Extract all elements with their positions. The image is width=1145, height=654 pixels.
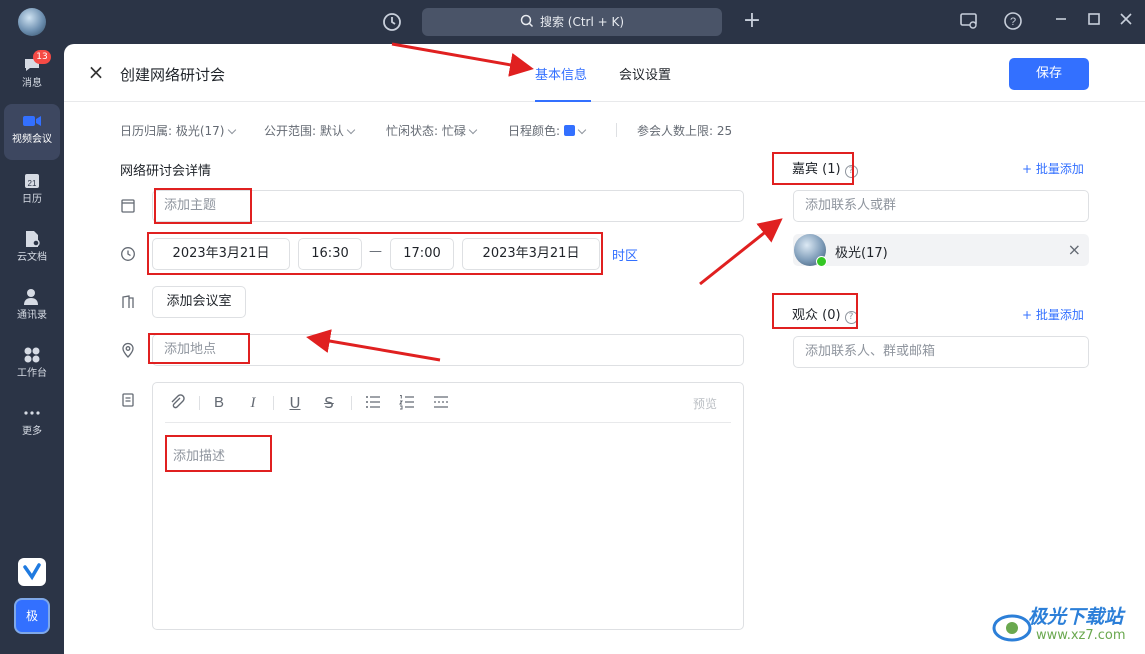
calendar-owner-dropdown[interactable]: 日历归属: 极光(17)	[120, 122, 236, 139]
participant-limit: 参会人数上限: 25	[637, 124, 733, 138]
sidebar-item-label: 通讯录	[17, 310, 47, 321]
italic-icon[interactable]: I	[243, 393, 263, 413]
visibility-label: 公开范围: 默认	[264, 124, 344, 138]
toolbar-divider	[273, 396, 274, 410]
verified-check-icon	[816, 256, 827, 267]
app-shortcut-icon[interactable]	[18, 558, 46, 586]
remove-guest-icon[interactable]: ×	[1068, 240, 1081, 259]
bullet-list-icon[interactable]	[363, 393, 383, 413]
page-title: 创建网络研讨会	[120, 66, 226, 84]
audience-search-input[interactable]: 添加联系人、群或邮箱	[793, 336, 1089, 368]
sidebar-item-more[interactable]: 更多	[0, 396, 64, 452]
divider	[616, 123, 617, 137]
busy-status-dropdown[interactable]: 忙闲状态: 忙碌	[386, 122, 478, 139]
event-color-label: 日程颜色:	[508, 124, 561, 138]
annotation-box	[772, 293, 858, 329]
tab-basic-info[interactable]: 基本信息	[535, 64, 587, 83]
subject-icon	[120, 198, 136, 214]
description-icon	[120, 392, 136, 408]
title-bar: 搜索 (Ctrl + K) + ?	[0, 0, 1145, 44]
clock-icon	[120, 246, 136, 262]
search-icon	[520, 14, 533, 28]
profile-avatar[interactable]	[18, 8, 46, 36]
location-pin-icon	[120, 342, 136, 358]
timezone-link[interactable]: 时区	[612, 245, 638, 264]
contacts-icon	[21, 286, 43, 308]
new-plus-icon[interactable]: +	[740, 10, 764, 34]
more-dots-icon	[21, 402, 43, 424]
strikethrough-icon[interactable]: S	[319, 393, 339, 413]
annotation-box	[165, 435, 272, 472]
sidebar-item-messages[interactable]: 消息	[0, 48, 64, 104]
sidebar-item-contacts[interactable]: 通讯录	[0, 280, 64, 336]
sidebar: 消息 13 视频会议 21 日历 云文档 通讯录 工作台 更多 极	[0, 0, 64, 654]
description-editor[interactable]: B I U S 预览 添加描述	[152, 382, 744, 630]
annotation-box	[147, 232, 603, 275]
sidebar-item-video-meeting[interactable]: 视频会议	[4, 104, 60, 160]
add-meeting-room-button[interactable]: 添加会议室	[152, 286, 246, 318]
guest-name: 极光(17)	[835, 246, 888, 261]
visibility-dropdown[interactable]: 公开范围: 默认	[264, 122, 356, 139]
minimize-icon[interactable]	[1050, 11, 1072, 33]
toolbar-divider	[351, 396, 352, 410]
underline-icon[interactable]: U	[285, 393, 305, 413]
sidebar-item-label: 消息	[22, 78, 42, 89]
calendar-owner-label: 日历归属: 极光(17)	[120, 124, 225, 138]
close-icon[interactable]: ×	[86, 62, 106, 82]
attachment-icon[interactable]	[167, 393, 187, 413]
sidebar-item-label: 云文档	[17, 252, 47, 263]
bold-icon[interactable]: B	[209, 393, 229, 413]
save-button[interactable]: 保存	[1009, 58, 1089, 90]
annotation-box	[772, 152, 854, 185]
meeting-room-icon	[120, 294, 136, 310]
svg-text:21: 21	[28, 179, 37, 188]
sidebar-item-workspace[interactable]: 工作台	[0, 338, 64, 394]
help-icon[interactable]: ?	[1002, 11, 1024, 33]
video-camera-icon	[21, 110, 43, 132]
panel-header: × 创建网络研讨会 基本信息 会议设置 保存	[64, 44, 1145, 102]
toolbar-divider	[199, 396, 200, 410]
event-color-dropdown[interactable]: 日程颜色:	[508, 122, 587, 139]
calendar-icon: 21	[21, 170, 43, 192]
annotation-box	[148, 333, 250, 364]
audience-bulk-add-link[interactable]: + 批量添加	[1022, 306, 1084, 323]
watermark: 极光下载站 www.xz7.com	[990, 600, 1140, 650]
busy-status-label: 忙闲状态: 忙碌	[386, 124, 466, 138]
cloud-doc-icon	[21, 228, 43, 250]
watermark-title: 极光下载站	[1028, 606, 1124, 628]
maximize-icon[interactable]	[1083, 11, 1105, 33]
section-title: 网络研讨会详情	[120, 164, 212, 179]
sidebar-item-label: 更多	[22, 426, 42, 437]
close-window-icon[interactable]	[1115, 11, 1137, 33]
active-tab-indicator	[535, 100, 591, 102]
preview-toggle[interactable]: 预览	[693, 395, 717, 412]
annotation-box	[154, 188, 252, 224]
editor-toolbar: B I U S 预览	[165, 383, 731, 423]
chevron-down-icon	[577, 125, 587, 135]
color-swatch	[563, 125, 575, 136]
chevron-down-icon	[227, 125, 236, 135]
workspace-icon	[21, 344, 43, 366]
notification-settings-icon[interactable]	[958, 11, 980, 33]
watermark-url: www.xz7.com	[1036, 628, 1126, 643]
history-icon[interactable]	[380, 10, 404, 34]
sidebar-item-label: 工作台	[17, 368, 47, 379]
guests-bulk-add-link[interactable]: + 批量添加	[1022, 160, 1084, 177]
search-bar[interactable]: 搜索 (Ctrl + K)	[422, 8, 722, 36]
tab-meeting-settings[interactable]: 会议设置	[619, 64, 671, 83]
svg-text:?: ?	[1010, 16, 1016, 28]
divider-line-icon[interactable]	[431, 393, 451, 413]
chevron-down-icon	[346, 125, 356, 135]
unread-badge: 13	[33, 50, 51, 64]
guest-chip: 极光(17) ×	[793, 234, 1089, 267]
numbered-list-icon[interactable]	[397, 393, 417, 413]
sidebar-item-label: 日历	[22, 194, 42, 205]
sidebar-item-calendar[interactable]: 21 日历	[0, 164, 64, 220]
user-avatar[interactable]: 极	[14, 598, 50, 634]
search-label: 搜索 (Ctrl + K)	[539, 15, 625, 29]
sidebar-item-cloud-docs[interactable]: 云文档	[0, 222, 64, 278]
guest-search-input[interactable]: 添加联系人或群	[793, 190, 1089, 222]
sidebar-item-label: 视频会议	[12, 134, 52, 145]
chevron-down-icon	[468, 125, 478, 135]
